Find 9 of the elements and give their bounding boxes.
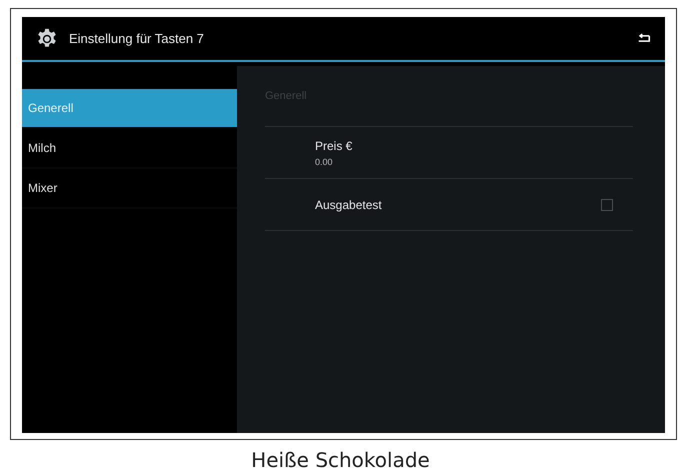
caption: Heiße Schokolade	[250, 448, 431, 471]
settings-icon	[36, 28, 58, 50]
setting-value: 0.00	[315, 156, 334, 166]
setting-row[interactable]: Preis € 0.00	[265, 127, 633, 179]
window-title: Einstellung für Tasten 7	[69, 31, 205, 46]
checkbox[interactable]	[601, 198, 613, 210]
back-icon[interactable]	[637, 33, 651, 44]
setting-label: Preis €	[315, 138, 354, 152]
setting-label: Ausgabetest	[315, 198, 383, 212]
